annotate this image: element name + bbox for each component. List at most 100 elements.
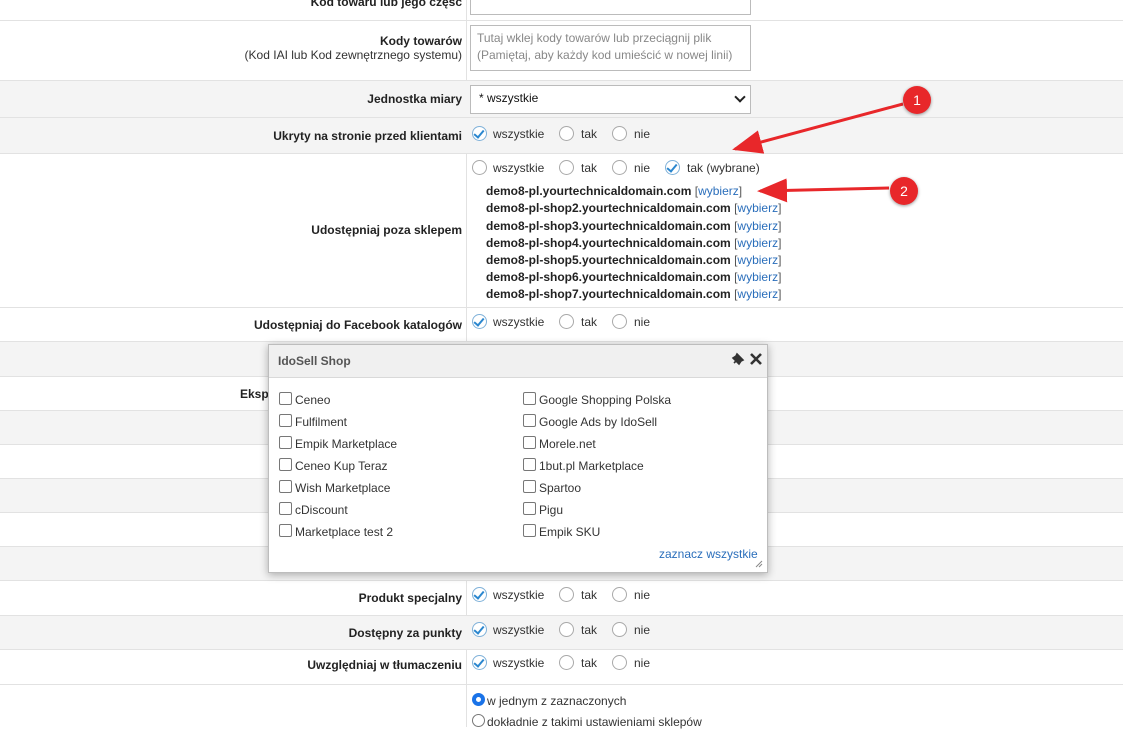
facebook-radio-no[interactable]: [612, 314, 627, 329]
choose-link[interactable]: wybierz: [737, 201, 778, 215]
unit-select[interactable]: * wszystkie: [470, 85, 751, 114]
row-share: Udostępniaj poza sklepem wszystkie tak n…: [0, 154, 1123, 308]
points-radio-no[interactable]: [612, 622, 627, 637]
codes-textarea[interactable]: Tutaj wklej kody towarów lub przeciągnij…: [470, 25, 751, 71]
codes-label-text: Kody towarów: [379, 34, 462, 48]
row-facebook: Udostępniaj do Facebook katalogów wszyst…: [0, 308, 1123, 342]
checkbox-label: cDiscount: [295, 503, 348, 517]
row-translation: Uwzględniaj w tłumaczeniu wszystkie tak …: [0, 650, 1123, 685]
share-label-no: nie: [634, 161, 651, 175]
hidden-label-no: nie: [634, 127, 651, 141]
choose-link[interactable]: wybierz: [737, 219, 778, 233]
checkbox-label: Google Shopping Polska: [539, 393, 672, 407]
checkbox-morele[interactable]: [523, 436, 536, 449]
special-label-all: wszystkie: [493, 588, 545, 602]
checkbox-label: Morele.net: [539, 437, 596, 451]
choose-link[interactable]: wybierz: [737, 253, 778, 267]
points-label-all: wszystkie: [493, 623, 545, 637]
choose-link[interactable]: wybierz: [737, 270, 778, 284]
checkbox-google-ads[interactable]: [523, 414, 536, 427]
row-shops-mode: w jednym z zaznaczonych dokładnie z taki…: [0, 685, 1123, 729]
checkbox-pigu[interactable]: [523, 502, 536, 515]
choose-link[interactable]: wybierz: [737, 236, 778, 250]
checkbox-wish-marketplace[interactable]: [279, 480, 292, 493]
pin-icon[interactable]: [731, 352, 745, 366]
checkbox-empik-marketplace[interactable]: [279, 436, 292, 449]
unit-select-value: * wszystkie: [479, 91, 539, 105]
share-label-yes: tak: [581, 161, 598, 175]
checkbox-label: Marketplace test 2: [295, 525, 394, 539]
points-radio-all[interactable]: [472, 622, 487, 637]
share-radio-no[interactable]: [612, 160, 627, 175]
hidden-radio-yes[interactable]: [559, 126, 574, 141]
share-radio-all[interactable]: [472, 160, 487, 175]
domain-item: demo8-pl-shop4.yourtechnicaldomain.com […: [486, 236, 782, 250]
choose-link[interactable]: wybierz: [737, 287, 778, 301]
annotation-badge-2: 2: [890, 177, 918, 205]
facebook-radio-yes[interactable]: [559, 314, 574, 329]
translation-label-all: wszystkie: [493, 656, 545, 670]
facebook-radio-all[interactable]: [472, 314, 487, 329]
hidden-radio-all[interactable]: [472, 126, 487, 141]
checkbox-label: 1but.pl Marketplace: [539, 459, 644, 473]
domain-item: demo8-pl-shop3.yourtechnicaldomain.com […: [486, 219, 782, 233]
special-radio-no[interactable]: [612, 587, 627, 602]
checkbox-google-shopping-polska[interactable]: [523, 392, 536, 405]
domain-name: demo8-pl-shop5.yourtechnicaldomain.com: [486, 253, 731, 267]
special-radio-all[interactable]: [472, 587, 487, 602]
checkbox-ceneo-kup-teraz[interactable]: [279, 458, 292, 471]
special-radio-yes[interactable]: [559, 587, 574, 602]
hidden-radio-no[interactable]: [612, 126, 627, 141]
row-hidden: Ukryty na stronie przed klientami wszyst…: [0, 118, 1123, 154]
checkbox-label: Wish Marketplace: [295, 481, 391, 495]
points-radio-yes[interactable]: [559, 622, 574, 637]
translation-label-yes: tak: [581, 656, 598, 670]
checkbox-label: Empik Marketplace: [295, 437, 398, 451]
facebook-label-all: wszystkie: [493, 315, 545, 329]
points-label-no: nie: [634, 623, 651, 637]
hidden-label: Ukryty na stronie przed klientami: [273, 129, 462, 143]
row-unit: Jednostka miary * wszystkie: [0, 81, 1123, 118]
share-radio-selected[interactable]: [665, 160, 680, 175]
codes-placeholder-2: (Pamiętaj, aby każdy kod umieścić w nowe…: [477, 48, 733, 62]
checkbox-label: Ceneo Kup Teraz: [295, 459, 388, 473]
domain-name: demo8-pl-shop6.yourtechnicaldomain.com: [486, 270, 731, 284]
choose-link[interactable]: wybierz: [698, 184, 739, 198]
checkbox-label: Fulfilment: [295, 415, 348, 429]
shops-mode-radio-one[interactable]: [472, 693, 485, 706]
checkbox-empik-sku[interactable]: [523, 524, 536, 537]
checkbox-ceneo[interactable]: [279, 392, 292, 405]
facebook-label-yes: tak: [581, 315, 598, 329]
shops-mode-radio-exact[interactable]: [472, 714, 485, 727]
share-radio-yes[interactable]: [559, 160, 574, 175]
share-label: Udostępniaj poza sklepem: [311, 223, 462, 237]
facebook-label: Udostępniaj do Facebook katalogów: [253, 318, 462, 332]
close-icon[interactable]: [749, 352, 763, 366]
translation-label-no: nie: [634, 656, 651, 670]
resize-handle-icon[interactable]: [755, 560, 763, 568]
idosell-shop-popup: IdoSell Shop Ceneo Fulfilment Empik Mark…: [268, 344, 768, 573]
select-all-link[interactable]: zaznacz wszystkie: [659, 547, 758, 561]
checkbox-fulfilment[interactable]: [279, 414, 292, 427]
checkbox-cdiscount[interactable]: [279, 502, 292, 515]
checkbox-spartoo[interactable]: [523, 480, 536, 493]
translation-radio-no[interactable]: [612, 655, 627, 670]
special-label-no: nie: [634, 588, 651, 602]
checkbox-marketplace-test-2[interactable]: [279, 524, 292, 537]
translation-radio-all[interactable]: [472, 655, 487, 670]
domain-item: demo8-pl-shop5.yourtechnicaldomain.com […: [486, 253, 782, 267]
checkbox-1but-marketplace[interactable]: [523, 458, 536, 471]
codes-sublabel: (Kod IAI lub Kod zewnętrznego systemu): [244, 48, 462, 62]
export-label: Eksp: [240, 387, 269, 401]
domain-item: demo8-pl-shop6.yourtechnicaldomain.com […: [486, 270, 782, 284]
facebook-label-no: nie: [634, 315, 651, 329]
checkbox-label: Spartoo: [539, 481, 582, 495]
product-code-input[interactable]: [470, 0, 751, 15]
domain-name: demo8-pl-shop3.yourtechnicaldomain.com: [486, 219, 731, 233]
translation-radio-yes[interactable]: [559, 655, 574, 670]
checkbox-label: Empik SKU: [539, 525, 601, 539]
domain-name: demo8-pl-shop7.yourtechnicaldomain.com: [486, 287, 731, 301]
share-label-selected: tak (wybrane): [687, 161, 760, 175]
codes-placeholder-1: Tutaj wklej kody towarów lub przeciągnij…: [477, 31, 712, 45]
product-code-label: Kod towaru lub jego część: [310, 0, 462, 9]
